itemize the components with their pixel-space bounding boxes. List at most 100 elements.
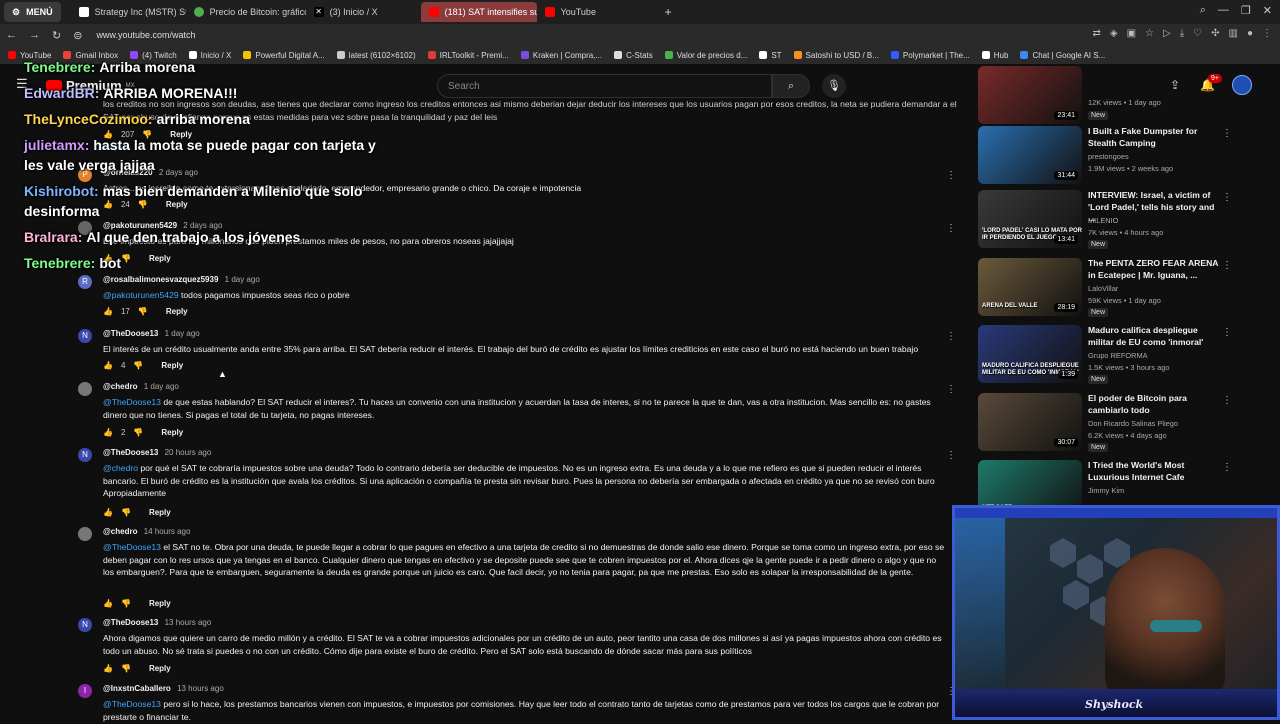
bookmark-item[interactable]: Polymarket | The... [890, 51, 970, 60]
recommended-video[interactable]: 'LORD PADEL' CASI LO MATA POR IR PERDIEN… [976, 190, 1236, 252]
comment-time[interactable]: 1 day ago [165, 329, 200, 338]
dislike-icon[interactable]: 👎 [121, 599, 131, 608]
bookmark-item[interactable]: Inicio / X [188, 51, 231, 60]
avatar[interactable]: N [78, 448, 92, 462]
video-thumbnail[interactable]: 31:44 [978, 126, 1082, 184]
bookmark-item[interactable]: Valor de precios d... [664, 51, 747, 60]
dislike-icon[interactable]: 👎 [138, 307, 148, 316]
bookmark-item[interactable]: Powerful Digital A... [243, 51, 325, 60]
video-title[interactable]: The PENTA ZERO FEAR ARENA in Ecatepec | … [1088, 258, 1223, 281]
new-tab-button[interactable]: + [657, 2, 680, 22]
like-icon[interactable]: 👍 [103, 508, 113, 517]
video-thumbnail[interactable]: 'LORD PADEL' CASI LO MATA POR IR PERDIEN… [978, 190, 1082, 248]
reply-button[interactable]: Reply [149, 599, 171, 608]
comment-time[interactable]: 2 days ago [159, 168, 198, 177]
comment-mention[interactable]: @pakoturunen5429 [103, 290, 179, 300]
video-thumbnail[interactable]: MADURO CALIFICA DESPLIEGUE MILITAR DE EU… [978, 325, 1082, 383]
more-options-icon[interactable]: ⋮ [946, 331, 956, 342]
site-info-icon[interactable]: ⊜ [73, 29, 82, 42]
dislike-icon[interactable]: 👎 [133, 428, 143, 437]
download-icon[interactable]: ⤓ [1180, 28, 1184, 39]
comment-author[interactable]: @chedro [103, 382, 137, 391]
more-options-icon[interactable]: ⋮ [946, 450, 956, 461]
dislike-icon[interactable]: 👎 [121, 508, 131, 517]
dislike-icon[interactable]: 👎 [121, 664, 131, 673]
star-icon[interactable]: ☆ [1145, 28, 1154, 39]
forward-icon[interactable]: → [29, 29, 40, 42]
bookmark-item[interactable]: ST [759, 51, 782, 60]
video-thumbnail[interactable]: ARENA DEL VALLE 28:19 [978, 258, 1082, 316]
comment-mention[interactable]: @TheDoose13 [103, 699, 161, 709]
video-title[interactable]: I Tried the World's Most Luxurious Inter… [1088, 460, 1223, 483]
reply-button[interactable]: Reply [149, 508, 171, 517]
sidebar-icon[interactable]: ▥ [1229, 28, 1238, 39]
comment-mention[interactable]: @TheDoose13 [103, 542, 161, 552]
video-title[interactable]: Maduro califica despliegue militar de EU… [1088, 325, 1223, 348]
avatar[interactable]: I [78, 684, 92, 698]
bookmark-item[interactable]: Satoshi to USD / B... [793, 51, 879, 60]
reply-button[interactable]: Reply [166, 200, 188, 209]
more-options-icon[interactable]: ⋮ [1222, 327, 1232, 338]
tab-bitcoin-price[interactable]: Precio de Bitcoin: gráfico [186, 2, 306, 22]
comment-time[interactable]: 20 hours ago [165, 448, 212, 457]
comment-time[interactable]: 1 day ago [225, 275, 260, 284]
reply-button[interactable]: Reply [166, 307, 188, 316]
tab-sat-video[interactable]: (181) SAT intensifies sure [420, 2, 537, 22]
reply-button[interactable]: Reply [149, 664, 171, 673]
more-options-icon[interactable]: ⋮ [1222, 395, 1232, 406]
url-field[interactable]: www.youtube.com/watch [96, 30, 195, 40]
search-tabs-icon[interactable]: ⌕ [1200, 4, 1206, 17]
more-options-icon[interactable]: ⋮ [946, 170, 956, 181]
more-options-icon[interactable]: ⋮ [946, 384, 956, 395]
video-channel[interactable]: Don Ricardo Salinas Pliego [1088, 419, 1178, 428]
video-title[interactable]: El poder de Bitcoin para cambiarlo todo [1088, 393, 1223, 416]
avatar[interactable]: N [78, 618, 92, 632]
avatar[interactable]: N [78, 329, 92, 343]
video-channel[interactable]: prestongoes [1088, 152, 1129, 161]
search-button[interactable]: ⌕ [772, 74, 810, 98]
search-input[interactable]: Search [437, 74, 772, 98]
comment-mention[interactable]: @chedro [103, 463, 138, 473]
like-icon[interactable]: 👍 [103, 200, 113, 209]
avatar[interactable] [1232, 75, 1252, 95]
more-options-icon[interactable]: ⋮ [946, 223, 956, 234]
upload-icon[interactable]: ⇪ [1170, 78, 1180, 92]
like-icon[interactable]: 👍 [103, 664, 113, 673]
bookmark-item[interactable]: latest (6102×6102) [336, 51, 416, 60]
reload-icon[interactable]: ↻ [52, 29, 61, 42]
avatar[interactable]: R [78, 275, 92, 289]
dislike-icon[interactable]: 👎 [133, 361, 143, 370]
comment-author[interactable]: @rosalbalimonesvazquez5939 [103, 275, 218, 284]
reply-button[interactable]: Reply [161, 428, 183, 437]
more-options-icon[interactable]: ⋮ [1222, 128, 1232, 139]
bookmark-item[interactable]: C-Stats [614, 51, 653, 60]
heart-icon[interactable]: ♡ [1193, 28, 1202, 39]
video-channel[interactable]: Jimmy Kim [1088, 486, 1124, 495]
comment-time[interactable]: 1 day ago [144, 382, 179, 391]
play-icon[interactable]: ▷ [1163, 28, 1171, 39]
comment-time[interactable]: 13 hours ago [177, 684, 224, 693]
shield-icon[interactable]: ◈ [1110, 28, 1118, 39]
like-icon[interactable]: 👍 [103, 361, 113, 370]
voice-search-button[interactable]: 🎙 [822, 74, 846, 98]
video-channel[interactable]: Grupo REFORMA [1088, 351, 1148, 360]
profile-icon[interactable]: ● [1247, 28, 1253, 39]
more-menu-icon[interactable]: ⋮ [1262, 28, 1272, 39]
avatar[interactable] [78, 382, 92, 396]
dislike-icon[interactable]: 👎 [138, 200, 148, 209]
avatar[interactable] [78, 527, 92, 541]
back-icon[interactable]: ← [6, 29, 17, 42]
like-icon[interactable]: 👍 [103, 428, 113, 437]
tab-youtube[interactable]: YouTube [537, 2, 657, 22]
more-options-icon[interactable]: ⋮ [1222, 192, 1232, 203]
translate-icon[interactable]: ⇄ [1093, 28, 1101, 39]
bookmark-item[interactable]: IRLToolkit - Premi... [427, 51, 509, 60]
bookmark-item[interactable]: Hub [981, 51, 1008, 60]
recommended-video[interactable]: ARENA DEL VALLE 28:19 The PENTA ZERO FEAR … [976, 258, 1236, 320]
dislike-icon[interactable]: 👎 [121, 254, 131, 263]
tab-x-home[interactable]: ✕ (3) Inicio / X [306, 2, 421, 22]
browser-menu-tab[interactable]: ⚙ MENÚ [4, 2, 61, 22]
minimize-icon[interactable]: — [1218, 4, 1229, 17]
video-thumbnail[interactable]: 30:07 [978, 393, 1082, 451]
bookmark-item[interactable]: Kraken | Compra,... [520, 51, 602, 60]
